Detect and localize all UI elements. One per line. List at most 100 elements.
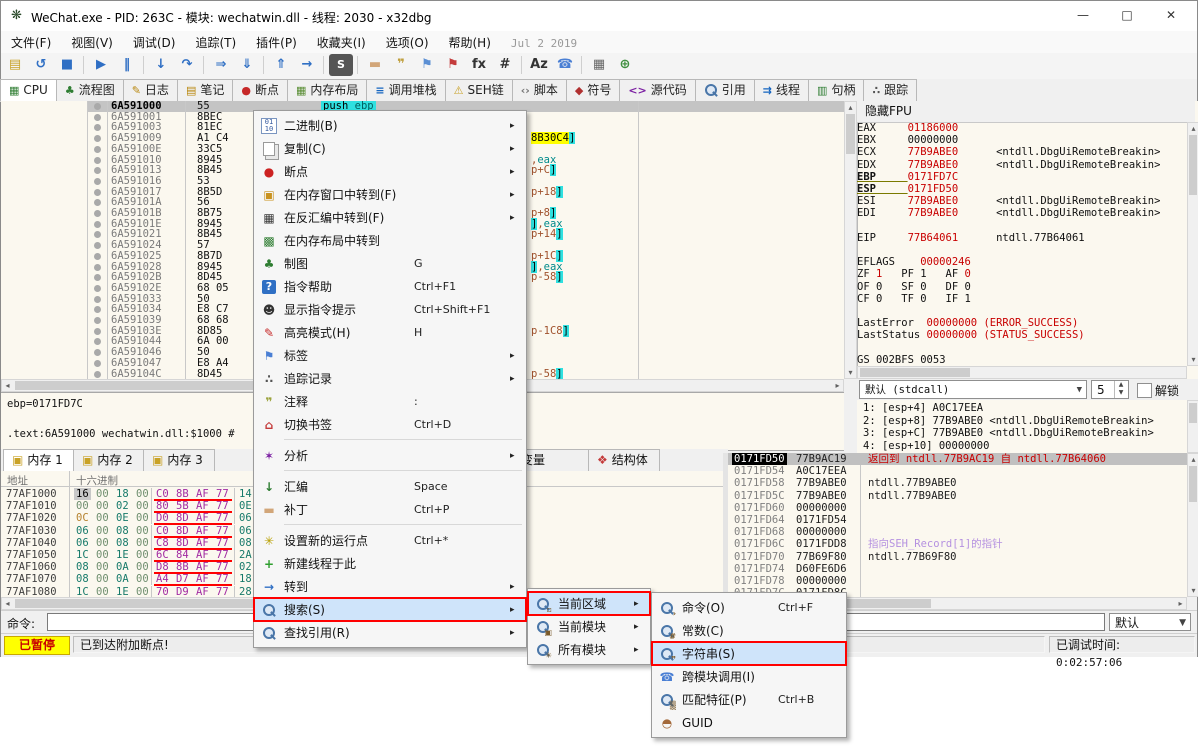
- close-button[interactable]: ✕: [1149, 1, 1193, 30]
- breakpoint-dot[interactable]: [94, 296, 101, 303]
- context-menu-item[interactable]: +新建线程于此: [254, 552, 526, 575]
- search-scope-item[interactable]: ▣当前模块▸: [528, 615, 650, 638]
- breakpoint-dot[interactable]: [94, 285, 101, 292]
- context-menu-item[interactable]: ✶分析▸: [254, 444, 526, 467]
- stack-row[interactable]: 0171FD54A0C17EEA: [728, 465, 1187, 477]
- stack-row[interactable]: 0171FD6C0171FDD8指向SEH_Record[1]的指针: [728, 538, 1187, 550]
- stack-row[interactable]: 0171FD6000000000: [728, 502, 1187, 514]
- context-menu-item[interactable]: ⚑标签▸: [254, 344, 526, 367]
- context-menu-item[interactable]: →转到▸: [254, 575, 526, 598]
- trace-into-button[interactable]: ⇒: [209, 54, 233, 76]
- pause-button[interactable]: ‖: [115, 54, 139, 76]
- stop-button[interactable]: ■: [55, 54, 79, 76]
- tab-log[interactable]: ✎日志: [123, 79, 178, 101]
- context-menu-item[interactable]: ?指令帮助Ctrl+F1: [254, 275, 526, 298]
- arguments-panel[interactable]: 1: [esp+4] A0C17EEA2: [esp+8] 77B9ABE0 <…: [857, 400, 1187, 453]
- context-menu-item[interactable]: 复制(C)▸: [254, 137, 526, 160]
- menubar-item[interactable]: 帮助(H): [439, 31, 501, 54]
- tab-threads[interactable]: ⇉线程: [754, 79, 809, 101]
- menubar-item[interactable]: 调试(D): [123, 31, 186, 54]
- stack-row[interactable]: 0171FD6800000000: [728, 526, 1187, 538]
- context-menu-item[interactable]: ⌂切换书签Ctrl+D: [254, 413, 526, 436]
- strings-button[interactable]: Az: [527, 54, 551, 76]
- context-menu-item[interactable]: ✳设置新的运行点Ctrl+*: [254, 529, 526, 552]
- restart-button[interactable]: ↺: [29, 54, 53, 76]
- unlock-checkbox[interactable]: [1137, 383, 1152, 398]
- menubar-item[interactable]: 收藏夹(I): [307, 31, 376, 54]
- breakpoint-dot[interactable]: [94, 274, 101, 281]
- context-menu-item[interactable]: ↓汇编Space: [254, 475, 526, 498]
- tab-graph[interactable]: ♣流程图: [56, 79, 124, 101]
- breakpoint-dot[interactable]: [94, 317, 101, 324]
- tab-struct[interactable]: ❖结构体: [588, 449, 660, 471]
- search-type-item[interactable]: ◓GUID: [652, 711, 846, 734]
- tab-dump-1[interactable]: ▣内存 1: [3, 449, 75, 471]
- command-type-select[interactable]: 默认▼: [1109, 613, 1191, 631]
- context-menu-item[interactable]: 搜索(S)▸: [254, 598, 526, 621]
- context-menu-item[interactable]: ✎高亮模式(H)H: [254, 321, 526, 344]
- stack-row[interactable]: 0171FD640171FD54: [728, 514, 1187, 526]
- stack-row[interactable]: 0171FD74D60FE6D6: [728, 563, 1187, 575]
- stack-row[interactable]: 0171FD7800000000: [728, 575, 1187, 587]
- breakpoint-dot[interactable]: [94, 264, 101, 271]
- search-type-item[interactable]: #常数(C): [652, 619, 846, 642]
- search-scope-item[interactable]: ▫当前区域▸: [528, 592, 650, 615]
- calling-convention-select[interactable]: 默认 (stdcall)▼: [859, 380, 1087, 399]
- stack-panel[interactable]: 0171FD5077B9AC19返回到 ntdll.77B9AC19 自 ntd…: [728, 453, 1187, 597]
- tab-dump-2[interactable]: ▣内存 2: [73, 449, 145, 471]
- search-type-item[interactable]: ☎跨模块调用(I): [652, 665, 846, 688]
- open-file-button[interactable]: ▤: [3, 54, 27, 76]
- search-type-item[interactable]: ›命令(O)Ctrl+F: [652, 596, 846, 619]
- step-into-button[interactable]: ↓: [149, 54, 173, 76]
- bookmarks-button[interactable]: ⚑: [441, 54, 465, 76]
- context-menu-item[interactable]: 查找引用(R)▸: [254, 621, 526, 644]
- arguments-vertical-scrollbar[interactable]: [1187, 400, 1198, 453]
- context-menu-item[interactable]: ▦在反汇编中转到(F)▸: [254, 206, 526, 229]
- tab-dump-3[interactable]: ▣内存 3: [143, 449, 215, 471]
- context-menu-item[interactable]: ▣在内存窗口中转到(F)▸: [254, 183, 526, 206]
- stack-row[interactable]: 0171FD5877B9ABE0ntdll.77B9ABE0: [728, 477, 1187, 489]
- registers-vertical-scrollbar[interactable]: ▴▾: [1187, 122, 1198, 366]
- breakpoint-dot[interactable]: [94, 328, 101, 335]
- breakpoint-dot[interactable]: [94, 221, 101, 228]
- breakpoint-dot[interactable]: [94, 178, 101, 185]
- run-button[interactable]: ▶: [89, 54, 113, 76]
- breakpoint-dot[interactable]: [94, 306, 101, 313]
- tab-memory-map[interactable]: ▦内存布局: [287, 79, 367, 101]
- help-globe-button[interactable]: ⊕: [613, 54, 637, 76]
- tab-references[interactable]: 引用: [695, 79, 755, 101]
- breakpoint-dot[interactable]: [94, 146, 101, 153]
- step-out-button[interactable]: ⇓: [235, 54, 259, 76]
- breakpoint-dot[interactable]: [94, 231, 101, 238]
- breakpoint-dot[interactable]: [94, 103, 101, 110]
- breakpoint-dot[interactable]: [94, 371, 101, 378]
- breakpoint-dot[interactable]: [94, 253, 101, 260]
- search-type-item[interactable]: ▒匹配特征(P)Ctrl+B: [652, 688, 846, 711]
- context-menu-item[interactable]: ♣制图G: [254, 252, 526, 275]
- execute-till-return-button[interactable]: ⇑: [269, 54, 293, 76]
- patch-button[interactable]: ▬: [363, 54, 387, 76]
- context-menu-item[interactable]: ▬补丁Ctrl+P: [254, 498, 526, 521]
- tab-symbols[interactable]: ◆符号: [566, 79, 620, 101]
- maximize-button[interactable]: □: [1105, 1, 1149, 30]
- search-scope-item[interactable]: ✳所有模块▸: [528, 638, 650, 661]
- stack-row[interactable]: 0171FD7077B69F80ntdll.77B69F80: [728, 551, 1187, 563]
- context-menu-item[interactable]: ☻显示指令提示Ctrl+Shift+F1: [254, 298, 526, 321]
- breakpoint-dot[interactable]: [94, 167, 101, 174]
- constants-button[interactable]: #: [493, 54, 517, 76]
- breakpoint-dot[interactable]: [94, 114, 101, 121]
- functions-button[interactable]: fx: [467, 54, 491, 76]
- tab-handles[interactable]: ▥句柄: [808, 79, 864, 101]
- hide-fpu-button[interactable]: 隐藏FPU: [857, 101, 1195, 123]
- breakpoint-dot[interactable]: [94, 349, 101, 356]
- breakpoint-dot[interactable]: [94, 199, 101, 206]
- tab-notes[interactable]: ▤笔记: [177, 79, 233, 101]
- menubar-item[interactable]: 文件(F): [1, 31, 61, 54]
- breakpoint-dot[interactable]: [94, 242, 101, 249]
- comments-button[interactable]: ❞: [389, 54, 413, 76]
- tab-call-stack[interactable]: ≡调用堆栈: [366, 79, 445, 101]
- menubar-item[interactable]: 选项(O): [376, 31, 439, 54]
- tab-script[interactable]: ‹›脚本: [512, 79, 567, 101]
- calculator-button[interactable]: ▦: [587, 54, 611, 76]
- stack-row[interactable]: 0171FD5C77B9ABE0ntdll.77B9ABE0: [728, 490, 1187, 502]
